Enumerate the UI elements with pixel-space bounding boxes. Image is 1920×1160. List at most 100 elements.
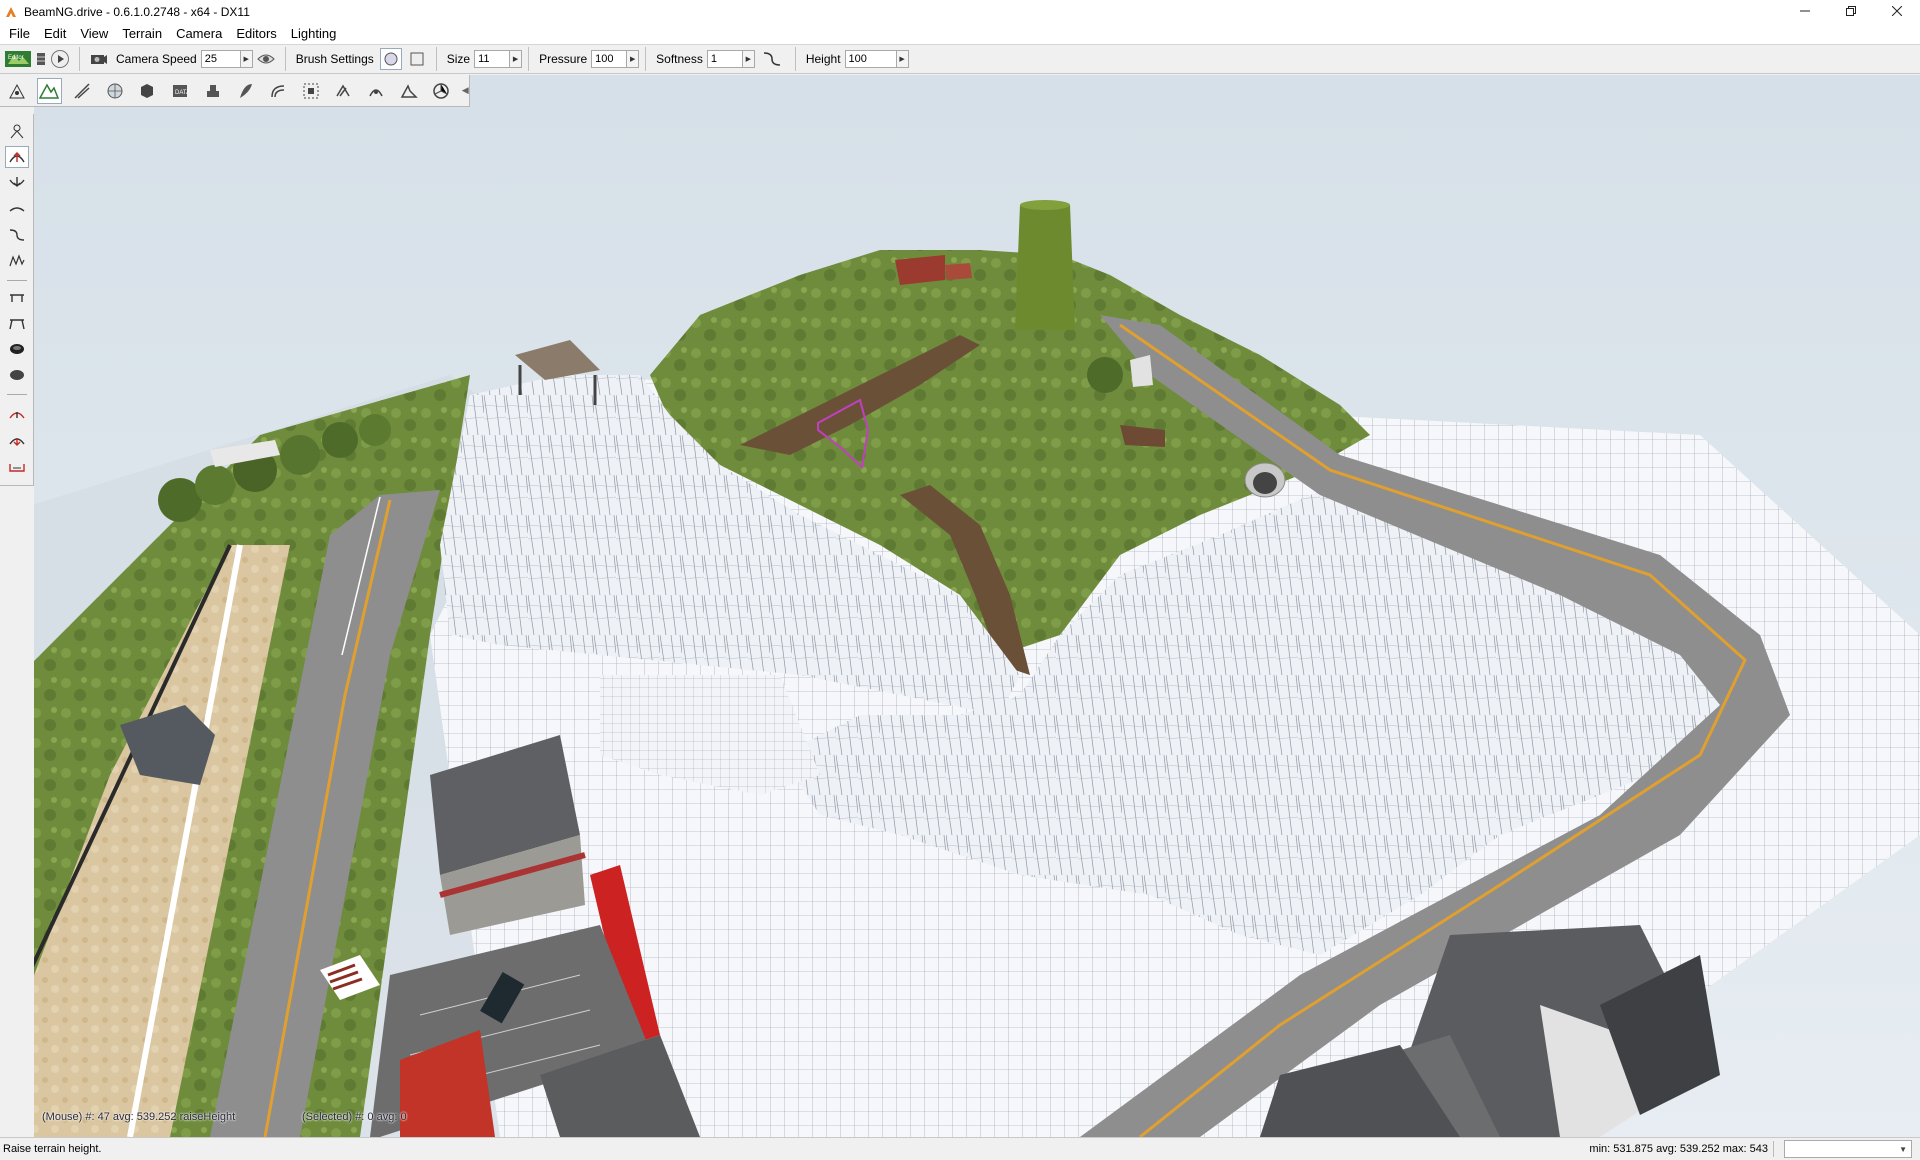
tool-navmesh[interactable] xyxy=(363,78,389,104)
flatten-icon xyxy=(10,294,24,302)
camera-icon xyxy=(91,55,107,64)
status-dropdown[interactable]: ▼ xyxy=(1784,1140,1912,1158)
palette-smooth-slope[interactable] xyxy=(5,224,29,246)
menu-view[interactable]: View xyxy=(73,24,115,44)
tool-mesh-road[interactable] xyxy=(298,78,324,104)
palette-clear-terrain[interactable] xyxy=(5,338,29,360)
terrain-brush-palette xyxy=(0,114,34,486)
tool-decal-road[interactable] xyxy=(265,78,291,104)
height-field: ▶ xyxy=(844,50,909,68)
tool-road-editor[interactable] xyxy=(69,78,95,104)
toolbar-separator xyxy=(435,47,437,71)
tool-particle[interactable] xyxy=(429,78,455,104)
camera-speed-input[interactable] xyxy=(200,50,241,68)
size-spinner[interactable]: ▶ xyxy=(510,50,523,68)
decal-road-icon xyxy=(271,84,285,97)
terrain-height-stats: min: 531.875 avg: 539.252 max: 543 xyxy=(1589,1143,1768,1155)
palette-flatten[interactable] xyxy=(5,286,29,308)
navmesh-icon xyxy=(369,88,383,96)
size-label: Size xyxy=(446,52,471,66)
mesh-road-icon xyxy=(303,83,319,98)
palette-alpha[interactable] xyxy=(5,430,29,452)
world-editor-icon: Editor xyxy=(5,51,31,67)
lower-height-icon xyxy=(9,177,25,187)
height-input[interactable] xyxy=(844,50,897,68)
visibility-button[interactable] xyxy=(255,48,277,70)
play-button[interactable] xyxy=(49,48,71,70)
set-height-icon xyxy=(9,319,25,330)
road-editor-icon xyxy=(74,82,90,99)
menu-lighting[interactable]: Lighting xyxy=(284,24,344,44)
height-spinner[interactable]: ▶ xyxy=(896,50,909,68)
select-objects-icon xyxy=(8,83,25,98)
grid-icon xyxy=(37,53,45,65)
world-editor-button[interactable]: Editor xyxy=(3,48,33,70)
softness-curve-button[interactable] xyxy=(757,48,787,70)
pressure-label: Pressure xyxy=(539,52,588,66)
terrain-editor-icon xyxy=(39,82,60,99)
palette-restore-terrain[interactable] xyxy=(5,364,29,386)
tool-terrain-editor[interactable] xyxy=(36,77,63,104)
raise-height-icon xyxy=(9,152,25,163)
softness-input[interactable] xyxy=(706,50,743,68)
palette-set-empty[interactable] xyxy=(5,404,29,426)
restore-icon xyxy=(1846,6,1856,16)
palette-lower-height[interactable] xyxy=(5,172,29,194)
game-mode-button[interactable] xyxy=(35,48,47,70)
tool-select-objects[interactable] xyxy=(4,78,30,104)
menu-bar: File Edit View Terrain Camera Editors Li… xyxy=(0,24,1920,44)
tool-object-palette[interactable] xyxy=(135,78,161,104)
softness-label: Softness xyxy=(656,52,703,66)
menu-file[interactable]: File xyxy=(2,24,37,44)
palette-smooth[interactable] xyxy=(5,198,29,220)
camera-speed-label: Camera Speed xyxy=(116,52,197,66)
status-separator xyxy=(1773,1141,1774,1157)
menu-camera[interactable]: Camera xyxy=(169,24,229,44)
tool-river-editor[interactable] xyxy=(331,78,357,104)
3d-viewport[interactable]: (Mouse) #: 47 avg: 539.252 raiseHeight (… xyxy=(34,75,1920,1137)
menu-edit[interactable]: Edit xyxy=(37,24,73,44)
object-palette-icon xyxy=(141,83,154,98)
minimize-button[interactable] xyxy=(1782,0,1828,22)
restore-terrain-icon xyxy=(10,370,24,380)
pressure-field: ▶ xyxy=(591,50,640,68)
tool-forest-editor[interactable] xyxy=(233,78,259,104)
size-input[interactable] xyxy=(474,50,511,68)
toolbar-separator xyxy=(645,47,647,71)
toolbar-separator xyxy=(79,47,80,71)
palette-grab-terrain[interactable] xyxy=(5,120,29,142)
palette-raise[interactable] xyxy=(5,456,29,478)
box-brush-button[interactable] xyxy=(406,48,428,70)
tool-datablock[interactable]: DATA xyxy=(167,78,193,104)
terrain-painter-icon xyxy=(107,83,123,98)
palette-paint-noise[interactable] xyxy=(5,250,29,272)
box-brush-icon xyxy=(410,52,424,66)
chevron-down-icon: ▼ xyxy=(1899,1144,1907,1154)
softness-spinner[interactable]: ▶ xyxy=(742,50,755,68)
palette-raise-height[interactable] xyxy=(5,146,29,168)
circle-brush-button[interactable] xyxy=(379,48,402,70)
clear-terrain-icon xyxy=(10,344,24,354)
height-label: Height xyxy=(805,52,841,66)
tool-vehicle[interactable] xyxy=(200,78,226,104)
tool-sound-emitter[interactable] xyxy=(396,78,422,104)
particle-icon xyxy=(433,82,450,99)
camera-button[interactable] xyxy=(88,48,110,70)
selected-info-readout: (Selected) #: 0 avg: 0 xyxy=(302,1111,407,1123)
vehicle-icon xyxy=(206,84,219,97)
camera-speed-spinner[interactable]: ▶ xyxy=(240,50,253,68)
collapse-tools-button[interactable]: ◀ xyxy=(461,78,469,104)
grab-terrain-icon xyxy=(10,124,24,139)
restore-button[interactable] xyxy=(1828,0,1874,22)
pressure-spinner[interactable]: ▶ xyxy=(627,50,640,68)
menu-editors[interactable]: Editors xyxy=(229,24,283,44)
tool-terrain-painter[interactable] xyxy=(102,78,128,104)
palette-separator xyxy=(7,394,27,395)
close-button[interactable] xyxy=(1874,0,1920,22)
pressure-input[interactable] xyxy=(591,50,628,68)
toolbar-separator xyxy=(794,47,796,71)
palette-set-height[interactable] xyxy=(5,312,29,334)
circle-brush-icon xyxy=(384,52,398,66)
menu-terrain[interactable]: Terrain xyxy=(115,24,169,44)
river-editor-icon xyxy=(336,84,351,96)
